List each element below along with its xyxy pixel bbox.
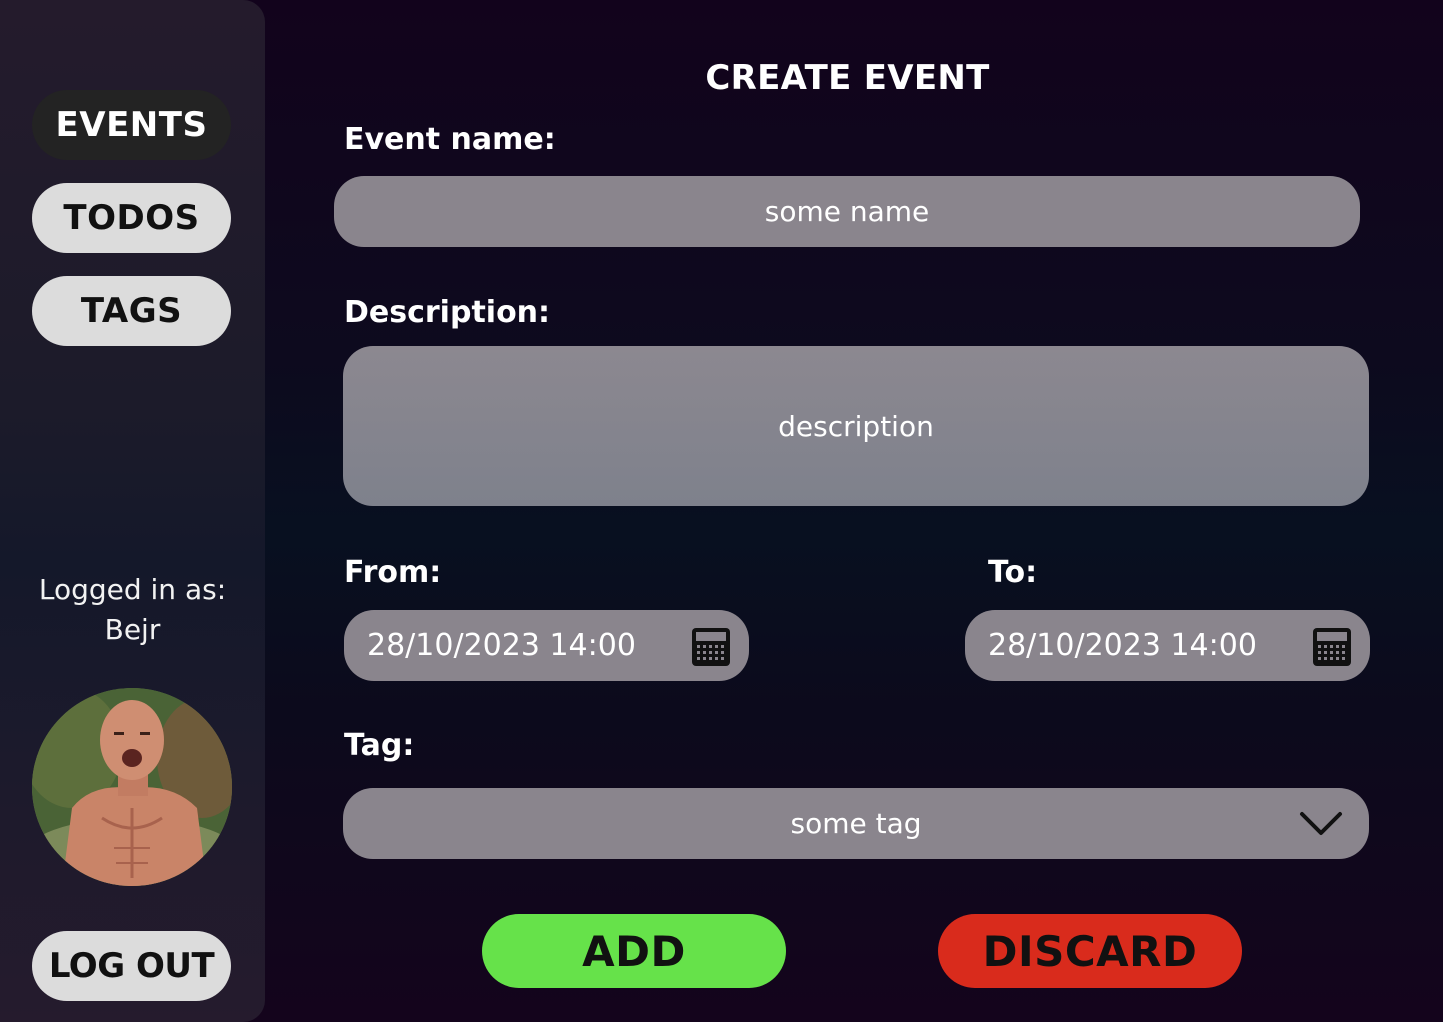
nav-tags-button[interactable]: TAGS	[32, 276, 231, 346]
add-button[interactable]: ADD	[482, 914, 786, 988]
description-label: Description:	[344, 295, 551, 330]
avatar-image	[32, 688, 232, 886]
sidebar: EVENTS TODOS TAGS Logged in as: Bejr LOG…	[0, 0, 265, 1022]
page-title: CREATE EVENT	[705, 58, 990, 98]
to-date-input[interactable]: 28/10/2023 14:00	[965, 610, 1370, 681]
from-date-input[interactable]: 28/10/2023 14:00	[344, 610, 749, 681]
event-name-label: Event name:	[344, 122, 556, 157]
calendar-icon[interactable]	[1312, 627, 1352, 667]
nav-events-button[interactable]: EVENTS	[32, 90, 231, 160]
username: Bejr	[104, 613, 161, 646]
tag-select-value: some tag	[790, 807, 922, 840]
app-root: EVENTS TODOS TAGS Logged in as: Bejr LOG…	[0, 0, 1443, 1022]
to-label: To:	[988, 555, 1038, 590]
from-label: From:	[344, 555, 442, 590]
nav-todos-button[interactable]: TODOS	[32, 183, 231, 253]
event-name-input[interactable]: some name	[334, 176, 1360, 247]
logged-in-label: Logged in as:	[38, 573, 227, 606]
avatar	[32, 688, 232, 886]
to-date-value: 28/10/2023 14:00	[988, 628, 1257, 663]
from-date-value: 28/10/2023 14:00	[367, 628, 636, 663]
chevron-down-icon	[1300, 812, 1342, 835]
calendar-icon[interactable]	[691, 627, 731, 667]
discard-button[interactable]: DISCARD	[938, 914, 1242, 988]
logged-in-info: Logged in as: Bejr	[0, 570, 265, 650]
description-input[interactable]: description	[343, 346, 1369, 506]
tag-select[interactable]: some tag	[343, 788, 1369, 859]
tag-label: Tag:	[344, 728, 415, 763]
logout-button[interactable]: LOG OUT	[32, 931, 231, 1001]
